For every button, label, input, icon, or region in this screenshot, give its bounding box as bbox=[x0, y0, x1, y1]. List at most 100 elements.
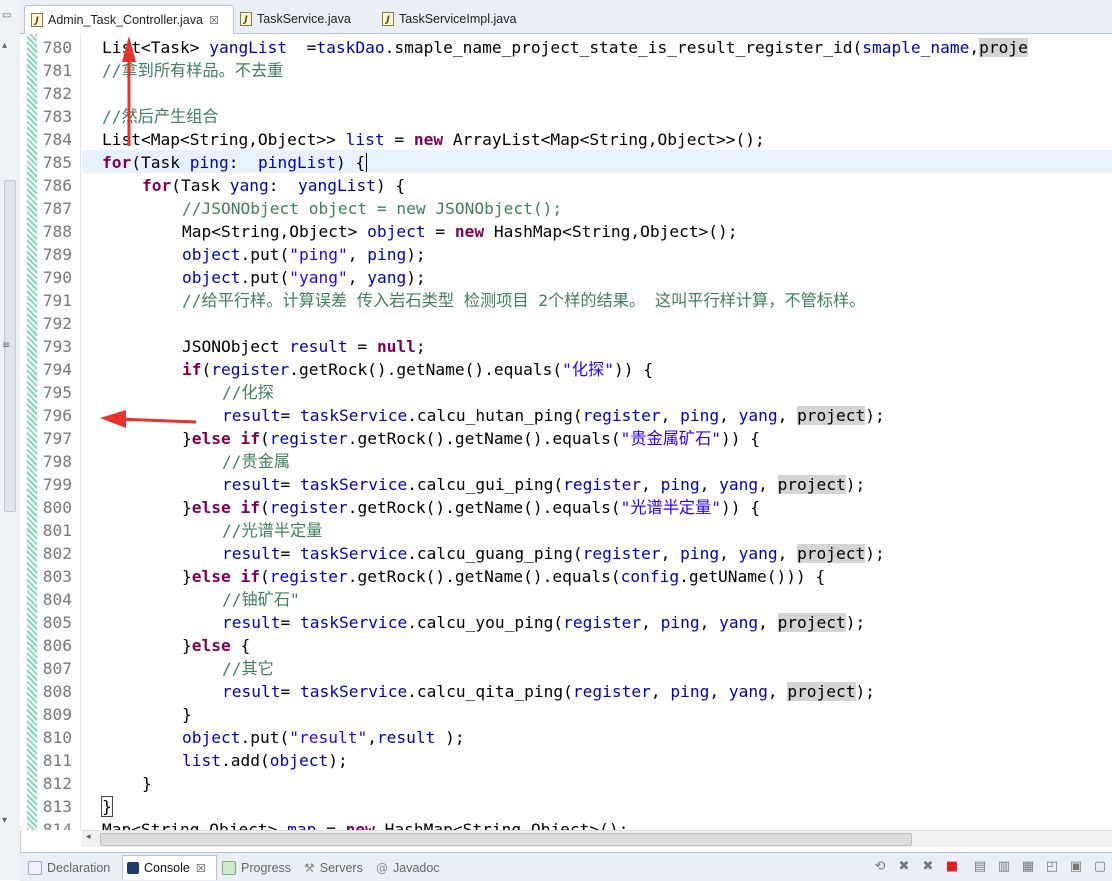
code-token: = bbox=[280, 475, 300, 494]
code-line[interactable]: 793 JSONObject result = null; bbox=[20, 335, 1112, 358]
code-text: result= taskService.calcu_you_ping(regis… bbox=[222, 611, 865, 634]
tab-servers[interactable]: ⚒ Servers bbox=[304, 858, 363, 878]
code-line[interactable]: 785 for(Task ping: pingList) {​ bbox=[20, 151, 1112, 174]
code-token: project bbox=[777, 475, 846, 494]
code-token: , bbox=[641, 613, 661, 632]
code-text: //JSONObject object = new JSONObject(); bbox=[182, 197, 562, 220]
code-line[interactable]: 780 List<Task> yangList =taskDao.smaple_n… bbox=[20, 36, 1112, 59]
code-line[interactable]: 798 //贵金属 bbox=[20, 450, 1112, 473]
pin-console-icon[interactable]: ◰ bbox=[1044, 859, 1060, 875]
code-token: new bbox=[454, 222, 485, 241]
code-token: ); bbox=[865, 544, 885, 563]
scroll-lock-icon[interactable]: ▥ bbox=[996, 859, 1012, 875]
tab-progress[interactable]: Progress bbox=[222, 858, 291, 878]
chevron-down-icon[interactable]: ▾ bbox=[2, 815, 7, 826]
code-text: List<Task> yangList =taskDao.smaple_name… bbox=[102, 36, 1028, 59]
display-console-icon[interactable]: ▣ bbox=[1068, 859, 1084, 875]
tab-console[interactable]: Console ☒ bbox=[122, 855, 217, 880]
tab-task-service[interactable]: J TaskService.java bbox=[234, 5, 364, 33]
code-line[interactable]: 794 if(register.getRock().getName().equal… bbox=[20, 358, 1112, 381]
chevron-up-icon[interactable]: ▴ bbox=[2, 40, 7, 51]
word-wrap-icon[interactable]: ▦ bbox=[1020, 859, 1036, 875]
code-editor[interactable]: 780 List<Task> yangList =taskDao.smaple_n… bbox=[20, 34, 1112, 830]
code-line[interactable]: 811 list.add(object); bbox=[20, 749, 1112, 772]
code-token: taskService bbox=[299, 406, 408, 425]
code-token: = bbox=[280, 406, 300, 425]
tab-task-service-impl[interactable]: J TaskServiceImpl.java bbox=[376, 5, 536, 33]
code-text: result= taskService.calcu_guang_ping(reg… bbox=[222, 542, 885, 565]
code-token: if bbox=[182, 360, 202, 379]
code-line[interactable]: 801 //光谱半定量 bbox=[20, 519, 1112, 542]
open-console-icon[interactable]: ▢ bbox=[1092, 859, 1108, 875]
horizontal-scrollbar[interactable]: ◂ bbox=[82, 830, 1112, 847]
tab-admin-task-controller[interactable]: J Admin_Task_Controller.java ☒ bbox=[24, 5, 234, 34]
code-line[interactable]: 782 bbox=[20, 82, 1112, 105]
code-line[interactable]: 787 //JSONObject object = new JSONObject(… bbox=[20, 197, 1112, 220]
code-line[interactable]: 802 result= taskService.calcu_guang_ping(… bbox=[20, 542, 1112, 565]
line-number: 807 bbox=[42, 659, 72, 678]
close-icon[interactable]: ☒ bbox=[196, 862, 206, 875]
code-token: project bbox=[787, 682, 856, 701]
code-line[interactable]: 786 for(Task yang: yangList) { bbox=[20, 174, 1112, 197]
text-caret: ​ bbox=[366, 153, 368, 172]
code-line[interactable]: 800}else if(register.getRock().getName()… bbox=[20, 496, 1112, 519]
line-number: 788 bbox=[42, 222, 72, 241]
code-line[interactable]: 803}else if(register.getRock().getName()… bbox=[20, 565, 1112, 588]
code-line[interactable]: 809} bbox=[20, 703, 1112, 726]
line-number: 802 bbox=[42, 544, 72, 563]
code-line[interactable]: 814 Map<String,Object> map = new HashMap<… bbox=[20, 818, 1112, 830]
code-token: ); bbox=[435, 728, 465, 747]
code-line[interactable]: 812} bbox=[20, 772, 1112, 795]
link-icon[interactable]: ⟲ bbox=[872, 859, 888, 875]
scrollbar-thumb[interactable] bbox=[100, 833, 912, 846]
code-line[interactable]: 784 List<Map<String,Object>> list = new A… bbox=[20, 128, 1112, 151]
code-line[interactable]: 791 //给平行样。计算误差 传入岩石类型 检测项目 2个样的结果。 这叫平行样… bbox=[20, 289, 1112, 312]
code-line[interactable]: 797}else if(register.getRock().getName()… bbox=[20, 427, 1112, 450]
code-token: map bbox=[287, 820, 317, 830]
code-line[interactable]: 789 object.put("ping", ping); bbox=[20, 243, 1112, 266]
code-token: yang bbox=[719, 475, 759, 494]
code-token: pingList bbox=[257, 153, 336, 172]
code-line[interactable]: 808 result= taskService.calcu_qita_ping(r… bbox=[20, 680, 1112, 703]
code-line[interactable]: 796 result= taskService.calcu_hutan_ping(… bbox=[20, 404, 1112, 427]
code-token: ping bbox=[680, 544, 720, 563]
code-token: .getRock().getName().equals( bbox=[289, 360, 563, 379]
code-line[interactable]: 795 //化探 bbox=[20, 381, 1112, 404]
code-line[interactable]: 806}else { bbox=[20, 634, 1112, 657]
code-token: , bbox=[699, 475, 720, 494]
grip-icon[interactable]: ≡ bbox=[2, 340, 10, 351]
code-token: result bbox=[222, 544, 281, 563]
tab-declaration[interactable]: Declaration bbox=[28, 858, 110, 878]
line-number: 790 bbox=[42, 268, 72, 287]
code-token: else bbox=[191, 567, 231, 586]
code-line[interactable]: 781 //拿到所有样品。不去重 bbox=[20, 59, 1112, 82]
code-token: ); bbox=[406, 245, 426, 264]
code-text: object.put("yang", yang); bbox=[182, 266, 426, 289]
code-line[interactable]: 792 bbox=[20, 312, 1112, 335]
code-token: , bbox=[969, 38, 980, 57]
code-token: new bbox=[413, 130, 444, 149]
code-line[interactable]: 790 object.put("yang", yang); bbox=[20, 266, 1112, 289]
code-line[interactable]: 810 object.put("result",result ); bbox=[20, 726, 1112, 749]
code-line[interactable]: 813} bbox=[20, 795, 1112, 818]
remove-all-icon[interactable]: ✖ bbox=[920, 859, 936, 875]
line-number: 781 bbox=[42, 61, 72, 80]
close-icon[interactable]: ☒ bbox=[209, 14, 219, 27]
code-line[interactable]: 807 //其它 bbox=[20, 657, 1112, 680]
clear-console-icon[interactable]: ▤ bbox=[972, 859, 988, 875]
code-token: ping bbox=[367, 245, 407, 264]
code-token: , bbox=[767, 682, 788, 701]
code-token: project bbox=[797, 406, 866, 425]
java-file-icon: J bbox=[31, 13, 43, 27]
remove-launch-icon[interactable]: ✖ bbox=[896, 859, 912, 875]
code-line[interactable]: 804 //铀矿石" bbox=[20, 588, 1112, 611]
tab-javadoc[interactable]: @ Javadoc bbox=[376, 858, 440, 878]
terminate-icon[interactable]: ■ bbox=[944, 859, 960, 875]
code-token: } bbox=[101, 796, 113, 817]
code-line[interactable]: 783 //然后产生组合 bbox=[20, 105, 1112, 128]
code-line[interactable]: 788 Map<String,Object> object = new HashM… bbox=[20, 220, 1112, 243]
restore-icon[interactable]: ▭ bbox=[2, 10, 11, 21]
code-line[interactable]: 799 result= taskService.calcu_gui_ping(re… bbox=[20, 473, 1112, 496]
code-line[interactable]: 805 result= taskService.calcu_you_ping(re… bbox=[20, 611, 1112, 634]
scroll-left-icon[interactable]: ◂ bbox=[86, 832, 91, 842]
